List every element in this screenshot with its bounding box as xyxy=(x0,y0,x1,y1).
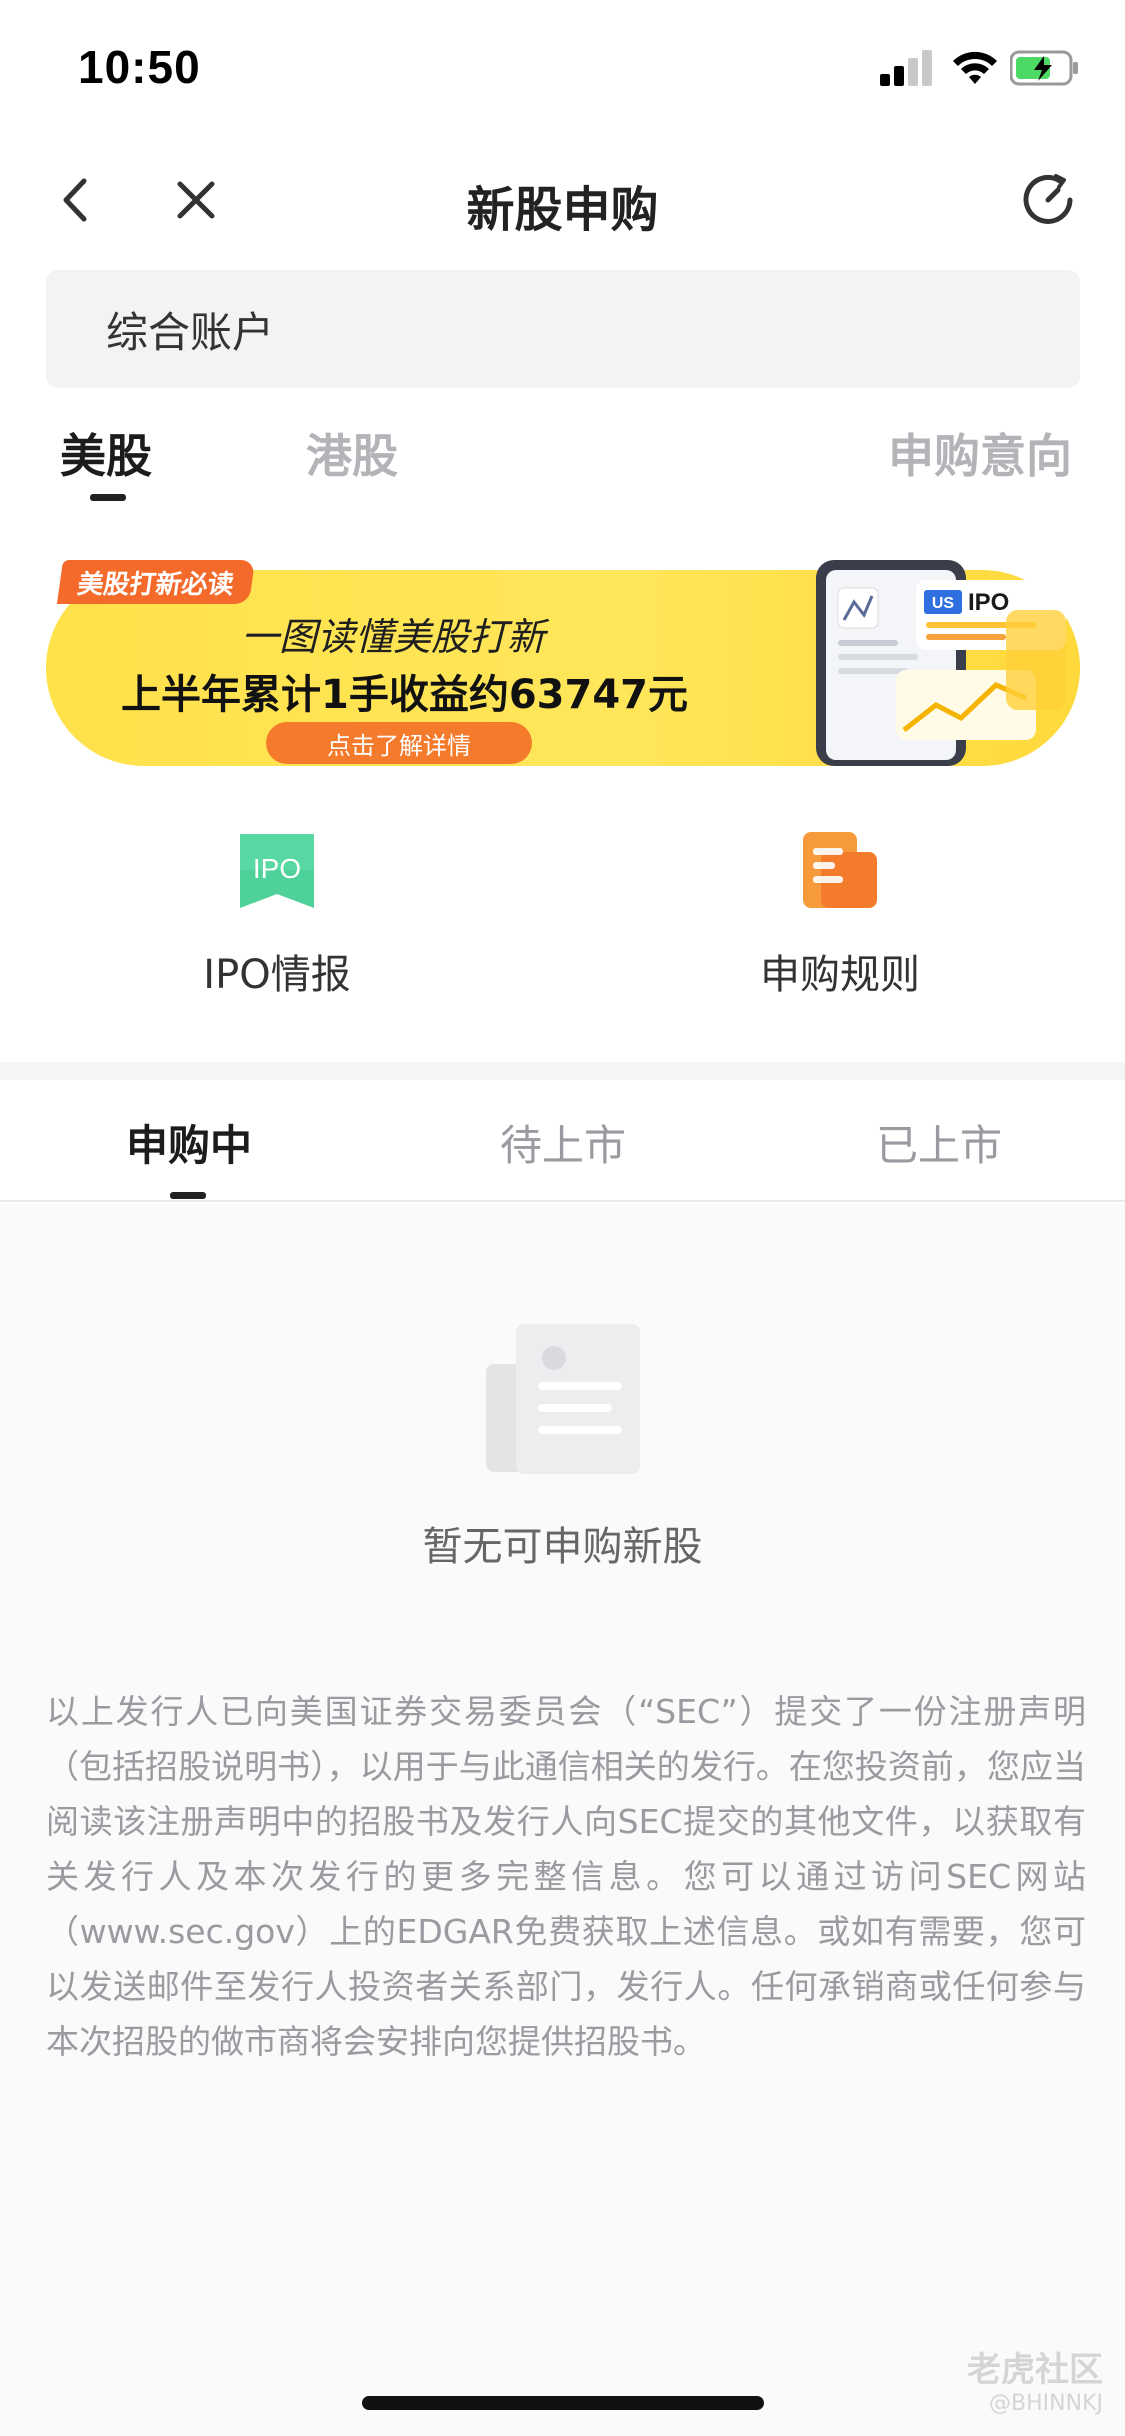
sec-disclaimer: 以上发行人已向美国证券交易委员会（“SEC”）提交了一份注册声明（包括招股说明书… xyxy=(46,1692,1086,2061)
banner-headline: 一图读懂美股打新 xyxy=(241,615,546,659)
empty-document-icon xyxy=(486,1324,640,1474)
ipo-icon: IPO xyxy=(236,830,318,912)
refresh-clock-icon xyxy=(1023,174,1073,224)
banner-cta-button[interactable]: 点击了解详情 xyxy=(266,722,532,764)
cellular-signal-icon xyxy=(880,50,936,86)
svg-text:IPO: IPO xyxy=(968,589,1009,616)
nav-bar: 新股申购 xyxy=(0,140,1125,260)
banner-subheadline: 上半年累计1手收益约63747元 xyxy=(121,672,688,718)
account-selector[interactable]: 综合账户 xyxy=(46,270,1080,388)
promo-banner[interactable]: 一图读懂美股打新 上半年累计1手收益约63747元 点击了解详情 美股打新必读 … xyxy=(46,560,1080,766)
subscription-rules-shortcut[interactable]: 申购规则 xyxy=(680,830,1000,1000)
tab-upcoming-listing[interactable]: 待上市 xyxy=(500,1112,626,1173)
subscription-status-tabs: 申购中 待上市 已上市 xyxy=(0,1080,1125,1202)
home-indicator[interactable] xyxy=(362,2396,764,2410)
page-title: 新股申购 xyxy=(466,182,659,238)
watermark-handle: @BHINNKJ xyxy=(989,2391,1103,2416)
tab-listed[interactable]: 已上市 xyxy=(876,1112,1002,1173)
subscription-intent-link[interactable]: 申购意向 xyxy=(888,420,1072,486)
active-tab-indicator xyxy=(90,494,126,501)
tab-us-stocks[interactable]: 美股 xyxy=(60,420,152,486)
ipo-icon-text: IPO xyxy=(253,853,301,884)
tab-hk-stocks[interactable]: 港股 xyxy=(306,420,398,486)
battery-charging-icon xyxy=(1010,50,1078,86)
ipo-intel-label: IPO情报 xyxy=(203,952,351,998)
ipo-intel-shortcut[interactable]: IPO IPO情报 xyxy=(117,830,437,1000)
account-label: 综合账户 xyxy=(106,307,275,357)
history-button[interactable] xyxy=(1018,170,1078,230)
wifi-icon xyxy=(953,51,997,84)
tab-subscribing[interactable]: 申购中 xyxy=(126,1112,252,1173)
banner-tag: 美股打新必读 xyxy=(56,560,256,604)
rules-document-icon xyxy=(799,830,881,912)
section-divider xyxy=(0,1062,1125,1080)
empty-state-area: 暂无可申购新股 以上发行人已向美国证券交易委员会（“SEC”）提交了一份注册声明… xyxy=(0,1204,1125,2436)
subscription-rules-label: 申购规则 xyxy=(760,952,920,998)
phone-ipo-illustration-icon: US IPO xyxy=(816,560,1066,766)
watermark: 老虎社区 @BHINNKJ xyxy=(967,2342,1103,2416)
empty-state-text: 暂无可申购新股 xyxy=(422,1524,703,1570)
watermark-brand: 老虎社区 xyxy=(967,2350,1103,2390)
active-status-indicator xyxy=(170,1192,206,1199)
feature-shortcuts: IPO IPO情报 申购规则 xyxy=(0,830,1125,1030)
status-time: 10:50 xyxy=(78,41,201,93)
market-tabs: 美股 港股 申购意向 xyxy=(0,410,1125,510)
status-bar: 10:50 xyxy=(0,0,1125,140)
page: 10:50 新股申购 综合账户 美股 港股 申购意向 一图读懂美股打新 上半年累… xyxy=(0,0,1125,2436)
svg-text:US: US xyxy=(932,595,955,612)
